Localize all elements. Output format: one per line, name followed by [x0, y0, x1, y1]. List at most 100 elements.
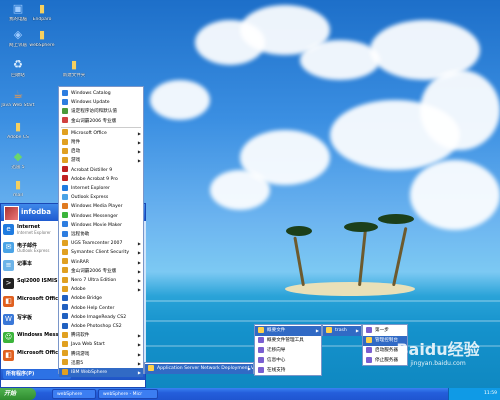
- taskbar-item[interactable]: webSphere - Micr: [98, 389, 158, 399]
- program-item-label: Adobe Acrobat 9 Pro: [71, 176, 118, 182]
- program-item-label: 远程协助: [71, 232, 90, 237]
- program-item[interactable]: 启动 ▶: [59, 147, 143, 156]
- baidu-watermark: Baidu经验 jingyan.baidu.com: [383, 340, 493, 382]
- program-item[interactable]: Nero 7 Ultra Edition ▶: [59, 276, 143, 285]
- pinned-item-title: 记事本: [17, 261, 33, 267]
- folder-icon: [62, 276, 68, 283]
- program-item[interactable]: Outlook Express: [59, 193, 143, 202]
- program-item-label: 迅雷5: [71, 360, 84, 366]
- program-icon: [258, 356, 264, 363]
- palm-frond: [344, 222, 378, 232]
- program-icon: [366, 336, 372, 343]
- program-item[interactable]: Adobe ▶: [59, 285, 143, 294]
- cloud: [300, 40, 380, 80]
- my-computer-icon: ▣: [12, 2, 24, 15]
- chevron-right-icon: ▶: [137, 130, 141, 136]
- program-item[interactable]: Adobe Acrobat 9 Pro: [59, 175, 143, 184]
- program-item[interactable]: Adobe Bridge: [59, 294, 143, 303]
- program-icon: [366, 326, 372, 333]
- submenu-item[interactable]: 概要文件 ▶: [255, 326, 321, 336]
- program-item[interactable]: 迅雷5 ▶: [59, 359, 143, 368]
- submenu-item[interactable]: 信息中心: [255, 356, 321, 366]
- program-item[interactable]: IBM WebSphere ▶: [59, 368, 143, 378]
- desktop-icon-label: 迅雷 5: [11, 165, 25, 170]
- desktop-icon[interactable]: ◆ 迅雷 5: [0, 150, 36, 170]
- program-icon: [62, 98, 68, 105]
- chevron-right-icon: ▶: [137, 140, 141, 145]
- folder-icon: [62, 147, 68, 154]
- folder-icon: [62, 248, 68, 255]
- program-item[interactable]: Microsoft Office ▶: [59, 129, 143, 138]
- chevron-right-icon: ▶: [137, 333, 141, 339]
- folder-icon-top-1: ▮: [38, 2, 46, 15]
- program-icon: [62, 230, 68, 237]
- submenu-item[interactable]: 概要文件管理工具: [255, 336, 321, 346]
- desktop-icon[interactable]: ▮ Endparo: [24, 2, 60, 22]
- program-item[interactable]: 游戏 ▶: [59, 156, 143, 165]
- program-item[interactable]: UGS Teamcenter 2007 ▶: [59, 239, 143, 248]
- office-icon-2: ◧: [3, 350, 14, 361]
- program-item[interactable]: Symantec Client Security ▶: [59, 248, 143, 257]
- chevron-right-icon: ▶: [137, 278, 141, 283]
- program-item-label: Acrobat Distiller 9: [71, 167, 113, 173]
- submenu-item[interactable]: 迁移向导: [255, 346, 321, 356]
- program-item[interactable]: 附件 ▶: [59, 138, 143, 147]
- chevron-right-icon: ▶: [137, 342, 141, 348]
- program-item[interactable]: 设定程序访问和默认值: [59, 107, 143, 116]
- desktop-icon[interactable]: ▮ mail: [0, 178, 36, 198]
- taskbar-item[interactable]: webSphere: [52, 389, 96, 399]
- chevron-right-icon: ▶: [247, 366, 251, 371]
- internet-explorer-icon: e: [3, 224, 14, 235]
- program-item[interactable]: Windows Media Player: [59, 202, 143, 211]
- program-item[interactable]: Acrobat Distiller 9: [59, 166, 143, 175]
- desktop-icon-label: webSphere: [29, 43, 55, 48]
- chevron-right-icon: ▶: [315, 328, 319, 333]
- submenu-item[interactable]: 在线支持: [255, 366, 321, 376]
- program-item[interactable]: 腾讯游戏 ▶: [59, 350, 143, 359]
- desktop-icon[interactable]: ▮ Adobe CS: [0, 120, 36, 140]
- submenu-item[interactable]: trash ▶: [323, 326, 361, 336]
- folder-icon: [62, 285, 68, 292]
- program-item[interactable]: Windows Update: [59, 98, 143, 107]
- program-icon: [62, 322, 68, 329]
- chevron-right-icon: ▶: [137, 149, 141, 155]
- chevron-right-icon: ▶: [137, 259, 141, 265]
- folder-icon: [62, 368, 68, 375]
- program-item[interactable]: Windows Messenger: [59, 212, 143, 221]
- desktop-icon-label: 新建文件夹: [62, 73, 86, 78]
- program-item[interactable]: Windows Movie Maker: [59, 221, 143, 230]
- user-name: infodba: [21, 208, 51, 216]
- chevron-right-icon: ▶: [137, 360, 141, 366]
- program-item[interactable]: WinRAR ▶: [59, 258, 143, 267]
- submenu-item[interactable]: 第一步: [363, 326, 407, 336]
- messenger-icon: ☺: [3, 332, 14, 343]
- desktop-icon[interactable]: ▮ 新建文件夹: [56, 58, 92, 78]
- program-item[interactable]: 金山词霸2006 专业版 ▶: [59, 267, 143, 276]
- program-item[interactable]: Adobe ImageReady CS2: [59, 313, 143, 322]
- desktop-icon-label: Adobe CS: [7, 135, 29, 140]
- desktop-icon-label: Java Web Start: [1, 103, 35, 108]
- submenu-item[interactable]: Application Server Network Deployment V6…: [145, 364, 253, 374]
- folder-icon: [62, 359, 68, 366]
- program-item[interactable]: Internet Explorer: [59, 184, 143, 193]
- program-item[interactable]: Adobe Photoshop CS2: [59, 322, 143, 331]
- clock: 11:59: [484, 391, 497, 396]
- user-avatar[interactable]: [4, 206, 19, 221]
- program-item[interactable]: 腾讯软件 ▶: [59, 331, 143, 340]
- start-button[interactable]: 开始: [0, 388, 36, 400]
- program-item[interactable]: 远程协助: [59, 230, 143, 239]
- palm-trunk: [392, 226, 408, 287]
- program-item-label: 金山词霸2006 专业版: [71, 268, 117, 274]
- program-icon: [62, 193, 68, 200]
- folder-icon: [62, 156, 68, 163]
- program-icon: [62, 221, 68, 228]
- program-item[interactable]: Adobe Help Center: [59, 304, 143, 313]
- desktop-icon[interactable]: ▮ webSphere: [24, 28, 60, 48]
- chevron-right-icon: ▶: [355, 328, 359, 333]
- program-item[interactable]: Windows Catalog: [59, 89, 143, 98]
- desktop-icon[interactable]: ☕ Java Web Start: [0, 88, 36, 108]
- program-item[interactable]: Java Web Start ▶: [59, 340, 143, 349]
- desktop-icon[interactable]: ♻ 回收站: [0, 58, 36, 78]
- program-icon: [366, 346, 372, 353]
- program-item[interactable]: 金山词霸2006 专业版: [59, 117, 143, 126]
